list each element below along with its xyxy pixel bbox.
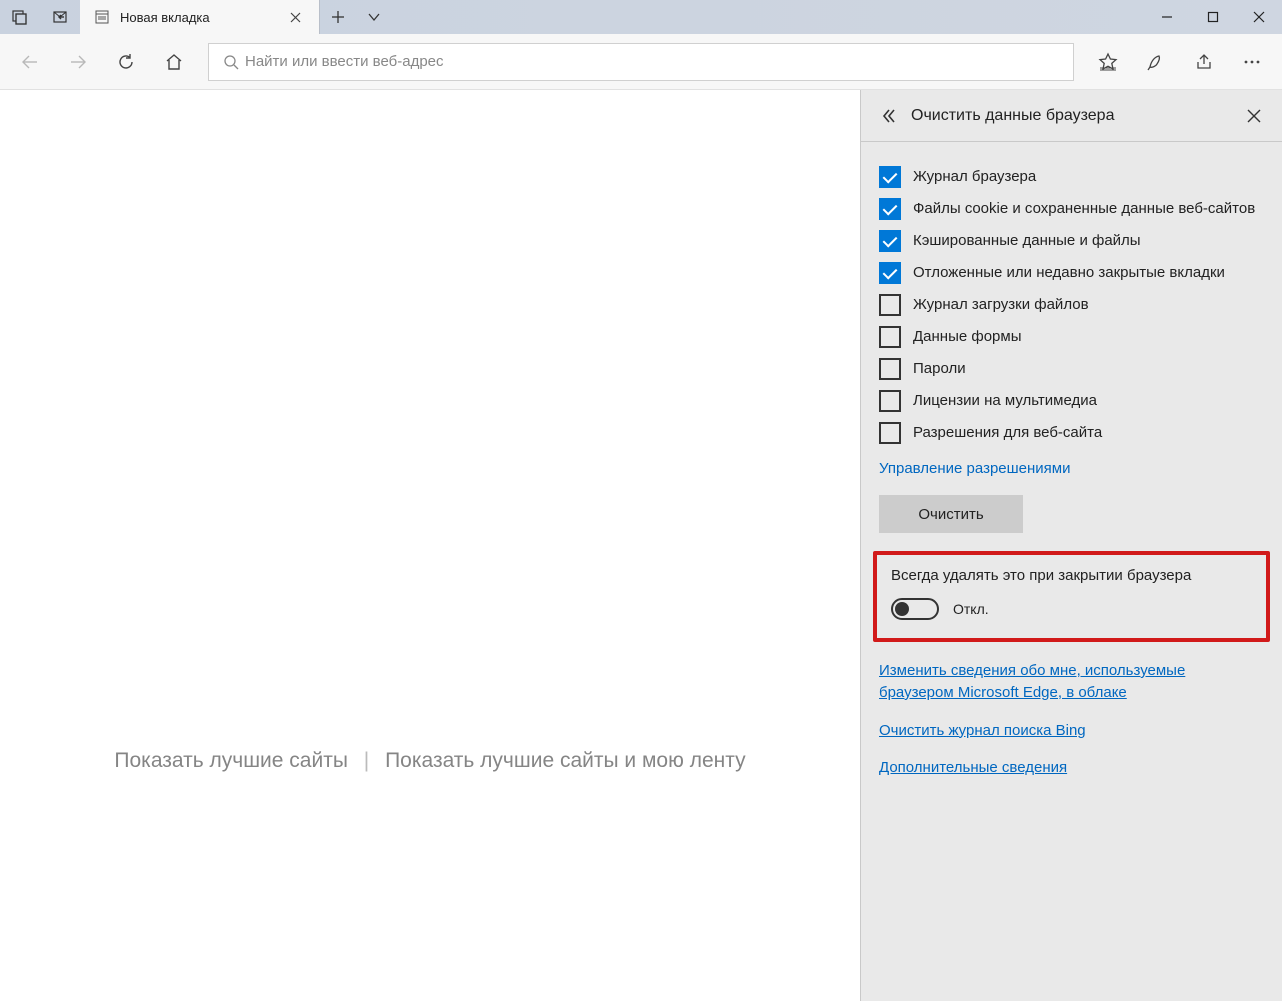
search-icon [217, 54, 245, 70]
browser-tab[interactable]: Новая вкладка [80, 0, 320, 34]
checkbox-row[interactable]: Файлы cookie и сохраненные данные веб-са… [879, 198, 1264, 220]
show-top-sites-link[interactable]: Показать лучшие сайты [114, 749, 348, 772]
more-button[interactable] [1228, 34, 1276, 90]
new-tab-layout-options: Показать лучшие сайты | Показать лучшие … [0, 749, 860, 773]
show-top-sites-feed-link[interactable]: Показать лучшие сайты и мою ленту [385, 749, 746, 772]
checkbox-row[interactable]: Отложенные или недавно закрытые вкладки [879, 262, 1264, 284]
checkbox[interactable] [879, 358, 901, 380]
always-clear-title: Всегда удалять это при закрытии браузера [891, 567, 1252, 584]
clear-button[interactable]: Очистить [879, 495, 1023, 533]
notes-button[interactable] [1132, 34, 1180, 90]
address-bar[interactable] [208, 43, 1074, 81]
checkbox-label: Пароли [913, 358, 966, 379]
checkbox-row[interactable]: Пароли [879, 358, 1264, 380]
checkbox[interactable] [879, 390, 901, 412]
window-close-button[interactable] [1236, 0, 1282, 34]
checkbox[interactable] [879, 198, 901, 220]
panel-header: Очистить данные браузера [861, 90, 1282, 142]
checkbox[interactable] [879, 294, 901, 316]
panel-body: Журнал браузера Файлы cookie и сохраненны… [861, 142, 1282, 815]
checkbox-row[interactable]: Журнал браузера [879, 166, 1264, 188]
toggle-state-label: Откл. [953, 601, 989, 617]
toolbar [0, 34, 1282, 90]
checkbox-row[interactable]: Журнал загрузки файлов [879, 294, 1264, 316]
refresh-button[interactable] [102, 34, 150, 90]
nav-forward-button[interactable] [54, 34, 102, 90]
checkbox-label: Журнал браузера [913, 166, 1036, 187]
share-button[interactable] [1180, 34, 1228, 90]
always-clear-highlight: Всегда удалять это при закрытии браузера… [873, 551, 1270, 642]
checkbox-row[interactable]: Лицензии на мультимедиа [879, 390, 1264, 412]
checkbox[interactable] [879, 326, 901, 348]
checkbox-row[interactable]: Кэшированные данные и файлы [879, 230, 1264, 252]
tab-page-icon [94, 9, 110, 25]
clear-browsing-data-panel: Очистить данные браузера Журнал браузера… [860, 90, 1282, 1001]
separator: | [364, 749, 369, 772]
tabs-aside-list-button[interactable] [40, 0, 80, 34]
checkbox-label: Файлы cookie и сохраненные данные веб-са… [913, 198, 1255, 219]
checkbox-label: Кэшированные данные и файлы [913, 230, 1141, 251]
always-clear-toggle[interactable] [891, 598, 939, 620]
clear-bing-history-link[interactable]: Очистить журнал поиска Bing [879, 720, 1264, 742]
titlebar: Новая вкладка [0, 0, 1282, 34]
tab-actions-chevron[interactable] [356, 0, 392, 34]
more-info-link[interactable]: Дополнительные сведения [879, 757, 1264, 779]
page-content: Показать лучшие сайты | Показать лучшие … [0, 90, 860, 1001]
tab-close-button[interactable] [281, 3, 309, 31]
checkbox[interactable] [879, 262, 901, 284]
panel-footer-links: Изменить сведения обо мне, используемые … [879, 660, 1264, 779]
checkbox-row[interactable]: Данные формы [879, 326, 1264, 348]
panel-close-button[interactable] [1238, 100, 1270, 132]
tab-aside-buttons [0, 0, 80, 34]
panel-title: Очистить данные браузера [911, 107, 1238, 125]
checkbox-label: Лицензии на мультимедиа [913, 390, 1097, 411]
checkbox-label: Журнал загрузки файлов [913, 294, 1089, 315]
manage-permissions-link[interactable]: Управление разрешениями [879, 460, 1070, 477]
checkbox[interactable] [879, 230, 901, 252]
address-input[interactable] [245, 53, 1065, 70]
checkbox[interactable] [879, 166, 901, 188]
favorites-button[interactable] [1084, 34, 1132, 90]
window-minimize-button[interactable] [1144, 0, 1190, 34]
tab-title: Новая вкладка [120, 10, 281, 25]
home-button[interactable] [150, 34, 198, 90]
window-maximize-button[interactable] [1190, 0, 1236, 34]
checkbox-label: Отложенные или недавно закрытые вкладки [913, 262, 1225, 283]
new-tab-button[interactable] [320, 0, 356, 34]
main-area: Показать лучшие сайты | Показать лучшие … [0, 90, 1282, 1001]
panel-back-button[interactable] [873, 100, 905, 132]
checkbox-label: Данные формы [913, 326, 1021, 347]
tabs-set-aside-button[interactable] [0, 0, 40, 34]
nav-back-button[interactable] [6, 34, 54, 90]
checkbox-row[interactable]: Разрешения для веб-сайта [879, 422, 1264, 444]
change-cloud-info-link[interactable]: Изменить сведения обо мне, используемые … [879, 660, 1264, 704]
checkbox-label: Разрешения для веб-сайта [913, 422, 1102, 443]
checkbox[interactable] [879, 422, 901, 444]
